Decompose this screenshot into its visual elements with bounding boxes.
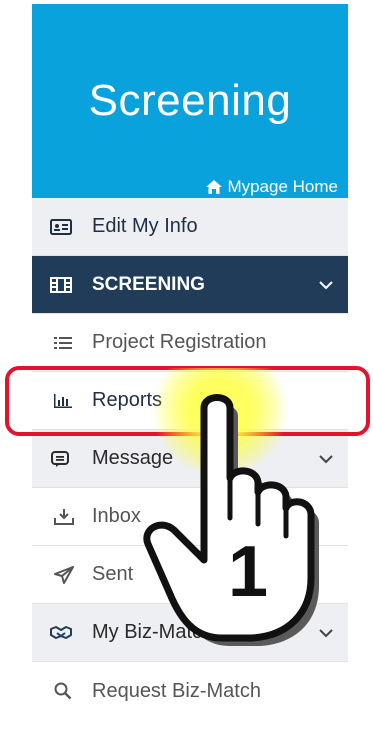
handshake-icon: [50, 625, 72, 639]
menu-item-label: Request Biz-Match: [92, 679, 261, 702]
home-icon: [206, 180, 223, 194]
mypage-home-label: Mypage Home: [227, 177, 338, 196]
mypage-home-link[interactable]: Mypage Home: [205, 177, 338, 197]
menu-item-label: Edit My Info: [92, 215, 198, 237]
menu-item-edit-my-info[interactable]: Edit My Info: [32, 198, 348, 256]
page-title: Screening: [88, 76, 292, 125]
menu-item-label: Sent: [92, 563, 134, 585]
id-card-icon: [50, 218, 72, 235]
film-icon: [50, 276, 72, 293]
menu-section-screening[interactable]: SCREENING: [32, 256, 348, 314]
list-icon: [54, 336, 72, 349]
chevron-down-icon: [319, 280, 333, 289]
chevron-down-icon: [319, 454, 333, 463]
send-icon: [54, 565, 74, 584]
menu-item-request-biz-match[interactable]: Request Biz-Match: [32, 662, 348, 720]
menu-item-project-registration[interactable]: Project Registration: [32, 314, 348, 372]
message-icon: [51, 450, 69, 467]
inbox-download-icon: [54, 508, 74, 525]
pointing-hand-icon: 1: [143, 368, 319, 646]
menu-item-label: Project Registration: [92, 331, 267, 353]
search-icon: [54, 682, 72, 700]
step-number: 1: [228, 532, 268, 612]
menu-section-label: SCREENING: [92, 273, 205, 295]
sidebar-header: Screening Mypage Home: [32, 4, 348, 198]
chevron-down-icon: [319, 628, 333, 637]
